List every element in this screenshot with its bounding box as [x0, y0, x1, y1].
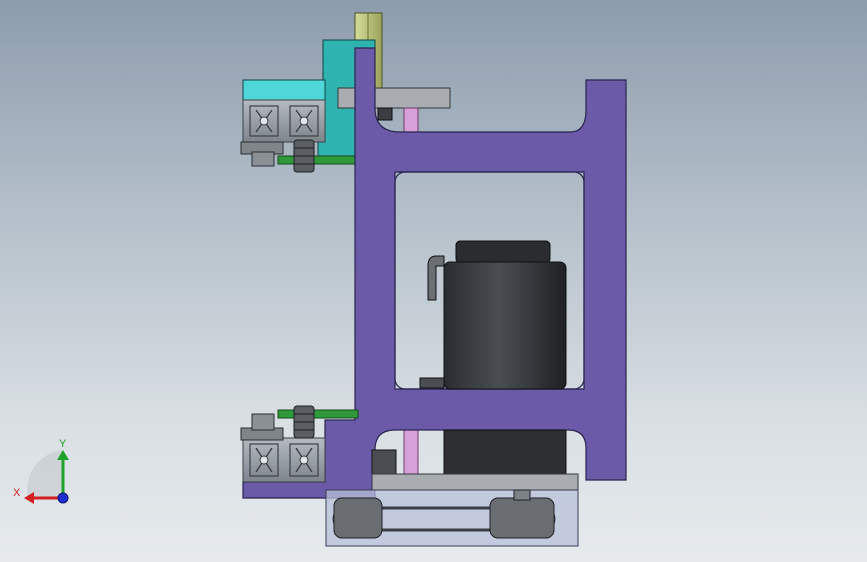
cad-viewport[interactable] — [0, 0, 867, 562]
lower-motor-body — [371, 429, 567, 475]
x-axis-label: X — [13, 487, 21, 499]
belt-drive-housing — [325, 489, 579, 547]
z-axis-dot — [57, 492, 69, 504]
top-extrusion-profile — [242, 99, 326, 143]
stepper-motor — [419, 240, 567, 390]
bottom-mount-plate — [371, 473, 579, 491]
coordinate-triad: Y X — [13, 438, 69, 504]
y-axis-label: Y — [59, 438, 67, 450]
bottom-extrusion-profile — [242, 437, 326, 483]
top-fastener — [377, 107, 393, 121]
bottom-guide-rod — [403, 429, 419, 475]
top-guide-rod — [403, 107, 419, 133]
